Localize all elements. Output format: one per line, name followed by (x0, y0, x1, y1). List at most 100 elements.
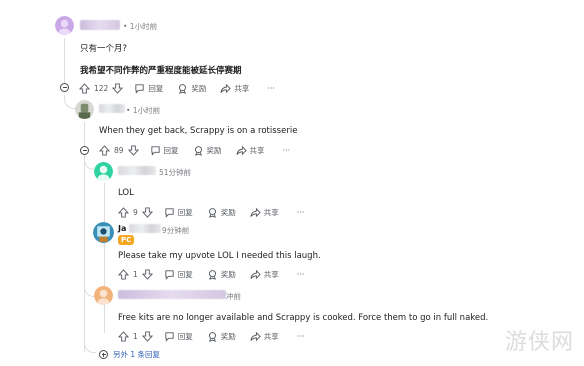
thread-line-level2 (104, 183, 105, 333)
thread-connector (84, 341, 96, 353)
reply-label: 回复 (177, 331, 193, 341)
award-icon (207, 269, 218, 280)
downvote-icon[interactable] (141, 268, 153, 280)
share-icon (236, 145, 247, 156)
share-label: 共享 (234, 83, 250, 93)
flair-badge: PC (118, 235, 135, 245)
award-icon (193, 145, 204, 156)
share-label: 共享 (263, 331, 279, 341)
share-button[interactable]: 共享 (250, 331, 279, 342)
comment-icon (134, 83, 145, 94)
avatar[interactable] (94, 286, 113, 305)
downvote-icon[interactable] (127, 144, 139, 156)
more-replies-label: 另外 1 条回复 (113, 350, 161, 359)
avatar[interactable] (55, 16, 74, 35)
comment-icon (164, 269, 175, 280)
reply-button[interactable]: 回复 (150, 145, 179, 156)
thread-connector (84, 275, 94, 297)
reply-label: 回复 (177, 207, 193, 217)
action-bar: 1 回复 奖励 共享 ··· (118, 267, 304, 281)
reply-button[interactable]: 回复 (164, 269, 193, 280)
more-replies-link[interactable]: 另外 1 条回复 (99, 349, 160, 360)
more-options-button[interactable]: ··· (297, 332, 305, 341)
thread-line-root (64, 38, 65, 88)
share-button[interactable]: 共享 (250, 269, 279, 280)
share-icon (250, 269, 261, 280)
vote-count: 122 (94, 83, 109, 93)
vote-count: 1 (133, 331, 138, 341)
collapse-toggle-icon[interactable] (80, 146, 89, 155)
more-options-button[interactable]: ··· (297, 270, 305, 279)
award-button[interactable]: 奖励 (177, 83, 206, 94)
share-button[interactable]: 共享 (220, 83, 249, 94)
username-redacted[interactable] (129, 224, 161, 233)
vote-count: 89 (114, 145, 124, 155)
share-icon (250, 207, 261, 218)
reply-label: 回复 (148, 83, 164, 93)
award-icon (177, 83, 188, 94)
username-redacted[interactable] (118, 166, 156, 175)
reply-button[interactable]: 回复 (164, 207, 193, 218)
reply-label: 回复 (163, 145, 179, 155)
award-label: 奖励 (220, 207, 236, 217)
upvote-icon[interactable] (79, 82, 90, 94)
action-bar: 122 回复 奖励 共享 ··· (79, 81, 275, 95)
award-icon (207, 331, 218, 342)
award-label: 奖励 (220, 269, 236, 279)
vote-count: 9 (133, 207, 138, 217)
more-options-button[interactable]: ··· (297, 208, 305, 217)
award-label: 奖励 (220, 331, 236, 341)
comment-time: 冲前 (226, 292, 241, 301)
award-button[interactable]: 奖励 (207, 269, 236, 280)
expand-icon (99, 350, 108, 359)
share-icon (250, 331, 261, 342)
comment-text: Free kits are no longer available and Sc… (118, 313, 489, 323)
action-bar: 89 回复 奖励 共享 ··· (99, 143, 290, 157)
award-label: 奖励 (206, 145, 222, 155)
comment-text: LOL (118, 188, 134, 198)
avatar[interactable] (75, 100, 94, 119)
comment-text: 我希望不同作弊的严重程度能被延长停赛期 (80, 66, 242, 76)
award-button[interactable]: 奖励 (207, 331, 236, 342)
avatar[interactable] (94, 162, 113, 181)
comment-text: When they get back, Scrappy is on a roti… (99, 126, 298, 136)
share-label: 共享 (263, 269, 279, 279)
comment-icon (150, 145, 161, 156)
upvote-icon[interactable] (99, 144, 110, 156)
comment-time: • 1小时前 (126, 106, 161, 115)
username-redacted[interactable] (99, 104, 125, 113)
vote-count: 1 (133, 269, 138, 279)
comment-icon (164, 331, 175, 342)
downvote-icon[interactable] (141, 206, 153, 218)
reply-button[interactable]: 回复 (134, 83, 163, 94)
downvote-icon[interactable] (141, 330, 153, 342)
more-options-button[interactable]: ··· (267, 84, 275, 93)
thread-connector (104, 215, 105, 216)
comment-icon (164, 207, 175, 218)
comment-text: 只有一个月? (80, 44, 128, 54)
more-options-button[interactable]: ··· (283, 146, 291, 155)
comment-time: 51分钟前 (159, 168, 192, 177)
downvote-icon[interactable] (112, 82, 124, 94)
reply-label: 回复 (177, 269, 193, 279)
reply-button[interactable]: 回复 (164, 331, 193, 342)
action-bar: 1 回复 奖励 共享 ··· (118, 329, 304, 343)
comment-time: • 1小时前 (123, 22, 158, 31)
award-label: 奖励 (191, 83, 207, 93)
username-redacted[interactable] (80, 20, 120, 30)
upvote-icon[interactable] (118, 330, 129, 342)
share-button[interactable]: 共享 (250, 207, 279, 218)
comment-time: 9分钟前 (162, 226, 190, 235)
upvote-icon[interactable] (118, 206, 129, 218)
collapse-toggle-icon[interactable] (60, 83, 69, 92)
username[interactable]: Ja (118, 224, 126, 233)
avatar[interactable] (93, 222, 114, 243)
upvote-icon[interactable] (118, 268, 129, 280)
award-button[interactable]: 奖励 (207, 207, 236, 218)
watermark-logo: 游侠网 (504, 330, 574, 355)
award-button[interactable]: 奖励 (193, 145, 222, 156)
comment-text: Please take my upvote LOL I needed this … (118, 251, 321, 261)
action-bar: 9 回复 奖励 共享 ··· (118, 205, 304, 219)
share-button[interactable]: 共享 (236, 145, 265, 156)
username-redacted[interactable] (118, 290, 226, 299)
